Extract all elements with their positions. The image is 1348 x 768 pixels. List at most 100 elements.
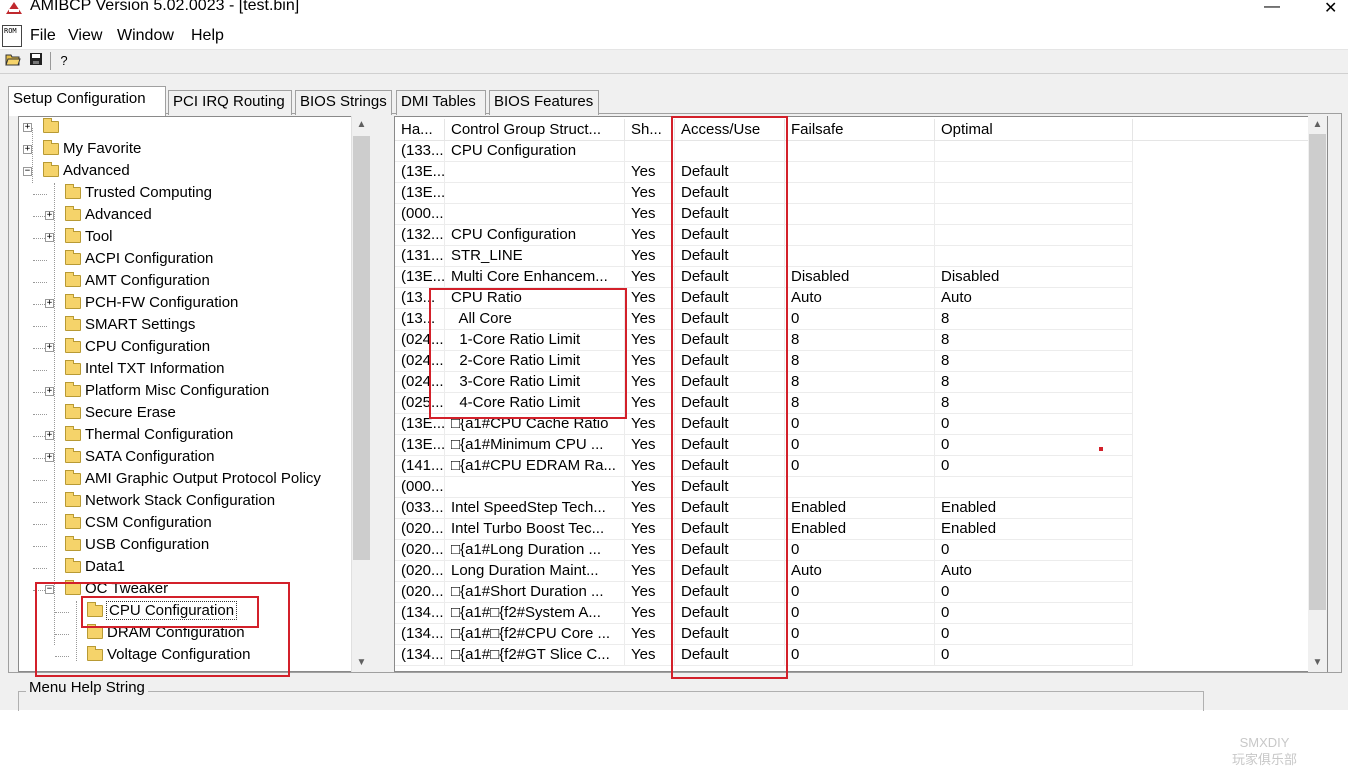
tree-item[interactable]: Trusted Computing [19,183,369,205]
col-optimal-header[interactable]: Optimal [935,119,1133,141]
col-failsafe-header[interactable]: Failsafe [785,119,935,141]
grid-scrollbar[interactable]: ▲ ▼ [1308,116,1327,672]
menu-help[interactable]: Help [191,27,224,45]
grid-scroll-thumb[interactable] [1309,134,1326,610]
table-row[interactable]: (020... □{a1#Long Duration ... Yes Default 0… [395,540,1308,561]
grid-scroll-up-icon[interactable]: ▲ [1308,116,1327,134]
tree-item[interactable]: ACPI Configuration [19,249,369,271]
col-handle-header[interactable]: Ha... [395,119,445,141]
grid-scroll-down-icon[interactable]: ▼ [1308,654,1327,672]
collapse-icon[interactable]: − [45,585,54,594]
table-row[interactable]: (134... □{a1#□{f2#CPU Core ... Yes Default 0… [395,624,1308,645]
table-row[interactable]: (020... □{a1#Short Duration ... Yes Default… [395,582,1308,603]
tree-item[interactable]: Data1 [19,557,369,579]
open-folder-icon[interactable] [4,52,22,70]
close-button[interactable]: ✕ [1324,0,1337,18]
tree-item[interactable]: + Platform Misc Configuration [19,381,369,403]
tree-scroll-up-icon[interactable]: ▲ [352,116,371,134]
tree-item[interactable]: USB Configuration [19,535,369,557]
minimize-button[interactable]: — [1264,0,1280,16]
tree-item[interactable]: + CPU Configuration [19,337,369,359]
table-row[interactable]: (025... 4-Core Ratio Limit Yes Default 8 8 [395,393,1308,414]
tab-pci-irq-routing[interactable]: PCI IRQ Routing [168,90,292,115]
col-show-cell: Yes [625,645,675,666]
table-row[interactable]: (13... All Core Yes Default 0 8 [395,309,1308,330]
col-optimal-cell [935,246,1133,267]
tree-item[interactable]: AMT Configuration [19,271,369,293]
tree-scroll-down-icon[interactable]: ▼ [352,654,371,672]
tree-item[interactable]: + My Favorite [19,139,369,161]
table-row[interactable]: (133... CPU Configuration [395,141,1308,162]
table-row[interactable]: (134... □{a1#□{f2#GT Slice C... Yes Default… [395,645,1308,666]
table-row[interactable]: (000... Yes Default [395,204,1308,225]
tree-item[interactable]: + PCH-FW Configuration [19,293,369,315]
tree-scroll-thumb[interactable] [353,136,370,560]
tree-item[interactable]: DRAM Configuration [19,623,369,645]
expand-icon[interactable]: + [23,123,32,132]
table-row[interactable]: (13E... □{a1#CPU Cache Ratio Yes Default 0 0 [395,414,1308,435]
help-pointer-icon[interactable]: ? [55,52,73,70]
setup-tree-view[interactable]: + + My Favorite − Advanced Trusted Computing +… [18,116,370,672]
tree-item[interactable]: SMART Settings [19,315,369,337]
table-row[interactable]: (020... Intel Turbo Boost Tec... Yes Defaul… [395,519,1308,540]
col-show-header[interactable]: Sh... [625,119,675,141]
tree-item[interactable]: CPU Configuration [19,601,369,623]
tab-setup-configuration[interactable]: Setup Configuration [8,86,166,116]
col-control-group-header[interactable]: Control Group Struct... [445,119,625,141]
table-row[interactable]: (134... □{a1#□{f2#System A... Yes Default 0 0 [395,603,1308,624]
table-row[interactable]: (020... Long Duration Maint... Yes Default A… [395,561,1308,582]
expand-icon[interactable]: + [45,453,54,462]
menu-window[interactable]: Window [117,27,174,45]
tree-item[interactable]: + Advanced [19,205,369,227]
collapse-icon[interactable]: − [23,167,32,176]
expand-icon[interactable]: + [45,431,54,440]
table-row[interactable]: (13E... Multi Core Enhancem... Yes Default D… [395,267,1308,288]
tab-bios-strings[interactable]: BIOS Strings [295,90,392,115]
tree-item[interactable]: Secure Erase [19,403,369,425]
tree-item[interactable]: + [19,117,369,139]
watermark-line2: 玩家俱乐部 [1232,752,1298,767]
menu-file[interactable]: File [30,27,56,45]
document-rom-icon[interactable]: ROM [2,25,22,47]
table-row[interactable]: (13E... Yes Default [395,162,1308,183]
table-row[interactable]: (13E... Yes Default [395,183,1308,204]
table-row[interactable]: (132... CPU Configuration Yes Default [395,225,1308,246]
tree-item[interactable]: − OC Tweaker [19,579,369,601]
table-row[interactable]: (13... CPU Ratio Yes Default Auto Auto [395,288,1308,309]
watermark-line1: SMXDIY [1239,735,1290,750]
tree-item[interactable]: − Advanced [19,161,369,183]
expand-icon[interactable]: + [45,299,54,308]
table-row[interactable]: (13E... □{a1#Minimum CPU ... Yes Default 0 0 [395,435,1308,456]
expand-icon[interactable]: + [45,343,54,352]
table-row[interactable]: (141... □{a1#CPU EDRAM Ra... Yes Default 0 0 [395,456,1308,477]
tree-scrollbar[interactable]: ▲ ▼ [351,116,370,672]
tree-item[interactable]: + Thermal Configuration [19,425,369,447]
expand-icon[interactable]: + [45,233,54,242]
tree-item-label: Secure Erase [85,404,176,421]
menu-view[interactable]: View [68,27,102,45]
tree-item[interactable]: + SATA Configuration [19,447,369,469]
tab-dmi-tables[interactable]: DMI Tables [396,90,486,115]
tree-item-label: CPU Configuration [105,601,238,620]
tab-bios-features[interactable]: BIOS Features [489,90,599,115]
tree-item[interactable]: AMI Graphic Output Protocol Policy [19,469,369,491]
tree-item[interactable]: Network Stack Configuration [19,491,369,513]
expand-icon[interactable]: + [45,387,54,396]
table-row[interactable]: (024... 2-Core Ratio Limit Yes Default 8 8 [395,351,1308,372]
table-row[interactable]: (000... Yes Default [395,477,1308,498]
table-row[interactable]: (033... Intel SpeedStep Tech... Yes Default… [395,498,1308,519]
tree-item[interactable]: CSM Configuration [19,513,369,535]
tree-item[interactable]: + Tool [19,227,369,249]
tree-item[interactable]: Intel TXT Information [19,359,369,381]
save-disk-icon[interactable] [27,52,45,70]
table-row[interactable]: (131... STR_LINE Yes Default [395,246,1308,267]
col-access-use-header[interactable]: Access/Use [675,119,785,141]
expand-icon[interactable]: + [45,211,54,220]
table-row[interactable]: (024... 1-Core Ratio Limit Yes Default 8 8 [395,330,1308,351]
watermark: SMXDIY 玩家俱乐部 [1232,734,1297,768]
control-grid[interactable]: Ha... Control Group Struct... Sh... Access/… [394,116,1328,672]
tree-item[interactable]: Voltage Configuration [19,645,369,667]
table-row[interactable]: (024... 3-Core Ratio Limit Yes Default 8 8 [395,372,1308,393]
expand-icon[interactable]: + [23,145,32,154]
amibcp-app-icon [6,2,22,14]
